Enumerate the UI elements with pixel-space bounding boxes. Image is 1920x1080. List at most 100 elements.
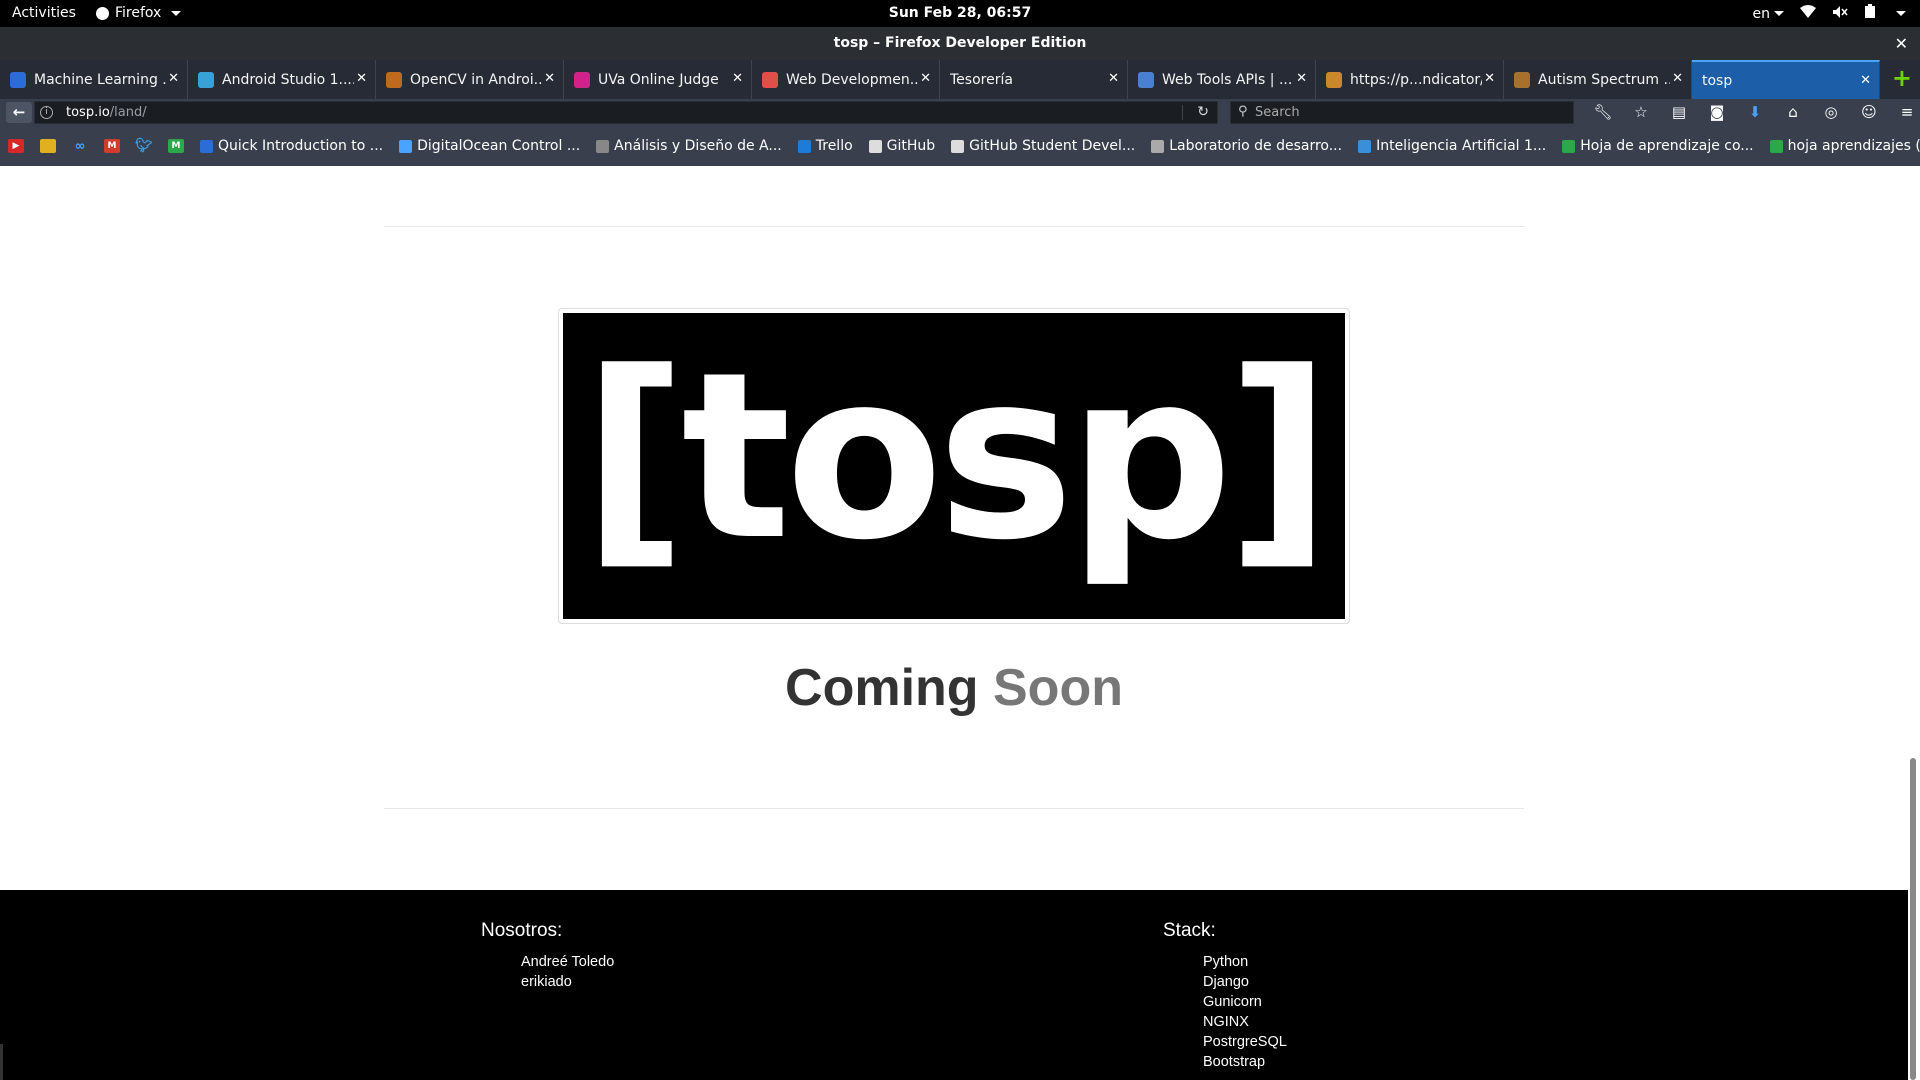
browser-tab[interactable]: tosp ✕ bbox=[1692, 60, 1880, 99]
tab-favicon-icon bbox=[1326, 71, 1342, 88]
bookmark-label: GitHub Student Devel... bbox=[969, 138, 1136, 154]
app-menu[interactable]: Firefox bbox=[96, 5, 182, 21]
twitter-bookmark-icon[interactable]: 🐦︎ bbox=[135, 138, 153, 154]
url-text[interactable]: tosp.io/land/ bbox=[66, 105, 147, 120]
bookmark-item[interactable]: Trello bbox=[797, 138, 853, 154]
tab-close-icon[interactable]: ✕ bbox=[1672, 71, 1683, 86]
tab-favicon-icon bbox=[10, 71, 26, 88]
tab-close-icon[interactable]: ✕ bbox=[1860, 73, 1871, 88]
browser-tab[interactable]: https://p...ndicator/✕ bbox=[1316, 60, 1504, 99]
tab-label: Web Tools APIs | ... bbox=[1162, 71, 1293, 88]
bookmark-item[interactable]: hoja aprendizajes (indi... bbox=[1769, 138, 1920, 154]
back-button[interactable]: ← bbox=[6, 102, 32, 123]
bookmark-favicon-icon bbox=[951, 139, 965, 153]
tab-close-icon[interactable]: ✕ bbox=[356, 71, 367, 86]
bookmark-label: Análisis y Diseño de A... bbox=[614, 138, 782, 154]
footer: Nosotros: Andreé Toledo erikiado Stack: P… bbox=[0, 890, 1908, 1080]
bookmark-item[interactable]: Análisis y Diseño de A... bbox=[596, 138, 782, 154]
url-bar[interactable]: i tosp.io/land/ ↻ bbox=[34, 101, 1218, 124]
tab-label: Web Developmen... bbox=[786, 71, 918, 88]
url-separator bbox=[1182, 105, 1183, 120]
chat-icon[interactable]: ☺ bbox=[1850, 102, 1888, 123]
team-member: Andreé Toledo bbox=[521, 954, 615, 970]
developer-tools-wrench-icon[interactable]: 🔧︎ bbox=[1584, 102, 1622, 123]
volume-muted-icon[interactable] bbox=[1832, 5, 1848, 23]
tab-label: Android Studio 1.... bbox=[222, 71, 354, 88]
wifi-icon[interactable] bbox=[1800, 4, 1816, 23]
system-menu-chevron-icon[interactable] bbox=[1896, 11, 1906, 16]
browser-tab[interactable]: Tesorería ✕ bbox=[940, 60, 1128, 99]
url-path: /land/ bbox=[109, 105, 147, 120]
toolbar-icons: 🔧︎ ☆ ▤ ◙ ⬇ ⌂ ◎ ☺ ≡ bbox=[1584, 102, 1920, 123]
bookmarks-toolbar: ▶ ∞ M 🐦︎ M Quick Introduction to ... Digi… bbox=[0, 126, 1920, 166]
browser-tab[interactable]: Web Developmen... ✕ bbox=[752, 60, 940, 99]
tab-label: Tesorería bbox=[950, 71, 1013, 88]
info-icon[interactable]: i bbox=[40, 106, 53, 119]
bookmark-item[interactable]: Hoja de aprendizaje co... bbox=[1562, 138, 1754, 154]
window-close-icon[interactable]: ✕ bbox=[1895, 27, 1908, 60]
stack-item: PostrgreSQL bbox=[1203, 1034, 1287, 1050]
back-arrow-icon: ← bbox=[12, 103, 26, 121]
download-arrow-icon[interactable]: ⬇ bbox=[1736, 102, 1774, 123]
browser-tab[interactable]: OpenCV in Androi... ✕ bbox=[376, 60, 564, 99]
footer-about-title: Nosotros: bbox=[481, 920, 563, 941]
browser-tab[interactable]: Web Tools APIs | ... ✕ bbox=[1128, 60, 1316, 99]
stack-item: Python bbox=[1203, 954, 1249, 970]
language-indicator[interactable]: en bbox=[1753, 6, 1784, 22]
bookmark-item[interactable]: Quick Introduction to ... bbox=[200, 138, 383, 154]
pocket-icon[interactable]: ◙ bbox=[1698, 102, 1736, 123]
tab-favicon-icon bbox=[574, 71, 590, 88]
bookmark-favicon-icon bbox=[1562, 139, 1576, 153]
bookmark-favicon-icon bbox=[399, 139, 413, 153]
shield-bookmark-icon[interactable] bbox=[40, 139, 56, 153]
bookmark-favicon-icon bbox=[1358, 139, 1372, 153]
bookmark-label: Trello bbox=[815, 138, 853, 154]
browser-tab[interactable]: Android Studio 1.... ✕ bbox=[188, 60, 376, 99]
tab-favicon-icon bbox=[1514, 71, 1530, 88]
screenshot-icon[interactable]: ◎ bbox=[1812, 102, 1850, 123]
window-title: tosp – Firefox Developer Edition bbox=[833, 35, 1087, 51]
browser-tab[interactable]: Machine Learning ... ✕ bbox=[0, 60, 188, 99]
tab-close-icon[interactable]: ✕ bbox=[1296, 71, 1307, 86]
bookmark-item[interactable]: GitHub Student Devel... bbox=[951, 138, 1135, 154]
battery-icon[interactable] bbox=[1864, 4, 1876, 23]
new-tab-plus-icon[interactable]: + bbox=[1892, 66, 1912, 90]
tab-label: https://p...ndicator/ bbox=[1350, 71, 1482, 88]
medium-bookmark-icon[interactable]: M bbox=[168, 139, 184, 153]
tab-close-icon[interactable]: ✕ bbox=[732, 71, 743, 86]
bookmark-favicon-icon bbox=[200, 139, 213, 153]
youtube-bookmark-icon[interactable]: ▶ bbox=[8, 139, 24, 153]
stack-item: Django bbox=[1203, 974, 1249, 990]
infinity-bookmark-icon[interactable]: ∞ bbox=[72, 139, 88, 154]
browser-tab[interactable]: UVa Online Judge ✕ bbox=[564, 60, 752, 99]
app-menu-label: Firefox bbox=[115, 5, 162, 21]
page-scrollbar[interactable] bbox=[1908, 166, 1920, 1080]
stack-item: Gunicorn bbox=[1203, 994, 1262, 1010]
home-icon[interactable]: ⌂ bbox=[1774, 102, 1812, 123]
browser-tab[interactable]: Autism Spectrum ... ✕ bbox=[1504, 60, 1692, 99]
bookmark-item[interactable]: Inteligencia Artificial 1... bbox=[1358, 138, 1546, 154]
tab-close-icon[interactable]: ✕ bbox=[544, 71, 555, 86]
bookmark-item[interactable]: DigitalOcean Control ... bbox=[399, 138, 580, 154]
page-content: [tosp] Coming Soon Nosotros: Andreé Tole… bbox=[0, 166, 1908, 1080]
window-edge bbox=[0, 1044, 3, 1080]
reload-icon[interactable]: ↻ bbox=[1197, 104, 1209, 120]
tab-close-icon[interactable]: ✕ bbox=[168, 71, 179, 86]
tab-favicon-icon bbox=[762, 71, 778, 88]
bookmark-item[interactable]: Laboratorio de desarro... bbox=[1151, 138, 1342, 154]
chevron-down-icon bbox=[171, 10, 182, 16]
search-bar[interactable]: ⚲ bbox=[1230, 101, 1574, 124]
activities-button[interactable]: Activities bbox=[12, 5, 76, 21]
hamburger-menu-icon[interactable]: ≡ bbox=[1888, 102, 1920, 123]
scrollbar-thumb[interactable] bbox=[1910, 758, 1916, 1080]
bookmark-item[interactable]: GitHub bbox=[868, 138, 935, 154]
tab-close-icon[interactable]: ✕ bbox=[1108, 71, 1119, 86]
bookmark-label: Laboratorio de desarro... bbox=[1169, 138, 1343, 154]
search-input[interactable] bbox=[1255, 104, 1555, 121]
reading-list-icon[interactable]: ▤ bbox=[1660, 102, 1698, 123]
bookmark-star-icon[interactable]: ☆ bbox=[1622, 102, 1660, 123]
tab-close-icon[interactable]: ✕ bbox=[920, 71, 931, 86]
tab-close-icon[interactable]: ✕ bbox=[1484, 71, 1495, 86]
clock[interactable]: Sun Feb 28, 06:57 bbox=[889, 5, 1032, 21]
gmail-bookmark-icon[interactable]: M bbox=[104, 139, 120, 153]
